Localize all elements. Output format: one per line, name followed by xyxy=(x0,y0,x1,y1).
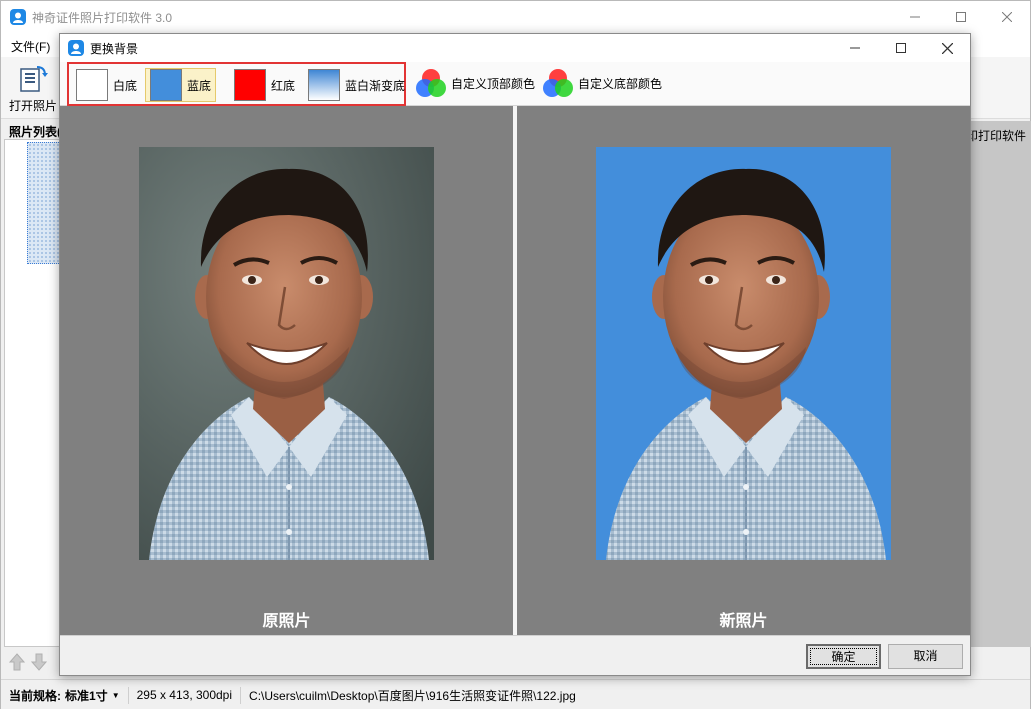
dialog-logo-icon xyxy=(68,40,84,56)
minimize-icon xyxy=(850,47,860,49)
minimize-button[interactable] xyxy=(892,1,938,33)
blue-background-option[interactable]: 蓝底 xyxy=(145,68,217,102)
nav-arrows xyxy=(9,653,47,671)
app-logo-icon xyxy=(10,9,26,25)
minimize-icon xyxy=(910,16,920,18)
maximize-button[interactable] xyxy=(938,1,984,33)
close-button[interactable] xyxy=(984,1,1030,33)
open-photo-label: 打开照片 xyxy=(8,99,57,113)
open-photo-button[interactable]: 打开照片 xyxy=(6,61,60,117)
custom-top-color-label: 自定义顶部颜色 xyxy=(451,76,536,91)
color-palette-icon xyxy=(543,69,573,97)
gradient-swatch xyxy=(308,69,340,101)
right-panel: 印打印软件 xyxy=(966,121,1031,647)
photo-thumbnail[interactable] xyxy=(27,142,63,264)
maximize-icon xyxy=(956,12,966,22)
preview-area: 原照片 新照片 xyxy=(60,106,970,635)
custom-top-color-button[interactable]: 自定义顶部颜色 xyxy=(414,66,535,100)
custom-bottom-color-label: 自定义底部颜色 xyxy=(578,76,663,91)
original-photo-caption: 原照片 xyxy=(262,613,311,630)
blue-background-label: 蓝底 xyxy=(187,78,212,93)
gradient-background-option[interactable]: 蓝白渐变底 xyxy=(303,68,410,102)
spec-label: 当前规格: xyxy=(9,688,61,703)
app-window-controls xyxy=(892,1,1030,33)
photo-size-info: 295 x 413, 300dpi xyxy=(136,688,233,702)
maximize-icon xyxy=(896,43,906,53)
new-preview-pane: 新照片 xyxy=(517,106,970,635)
arrow-up-icon[interactable] xyxy=(9,653,25,671)
open-photo-icon xyxy=(20,66,48,92)
app-titlebar: 神奇证件照片打印软件 3.0 xyxy=(1,1,1030,33)
background-toolbar: 白底 蓝底 红底 蓝白渐变底 自定义顶部颜色 自定义底部颜色 xyxy=(60,62,970,106)
close-icon xyxy=(1002,12,1012,22)
status-bar: 当前规格: 标准1寸 ▼ 295 x 413, 300dpi C:\Users\… xyxy=(1,679,1030,709)
dialog-maximize-button[interactable] xyxy=(878,34,924,62)
app-title: 神奇证件照片打印软件 3.0 xyxy=(32,10,173,25)
background-presets-group: 白底 蓝底 红底 蓝白渐变底 xyxy=(67,62,406,106)
red-background-label: 红底 xyxy=(271,78,296,93)
status-divider xyxy=(240,686,242,704)
change-background-dialog: 更换背景 白底 蓝底 红底 蓝白渐变底 自定义顶部颜色 自定义底部颜色 原照片 … xyxy=(59,33,971,676)
dialog-minimize-button[interactable] xyxy=(832,34,878,62)
menu-file[interactable]: 文件(F) xyxy=(11,38,50,55)
dialog-close-button[interactable] xyxy=(924,34,970,62)
red-swatch xyxy=(234,69,266,101)
dialog-window-controls xyxy=(832,34,970,62)
white-swatch xyxy=(76,69,108,101)
dialog-title: 更换背景 xyxy=(90,41,139,56)
file-path: C:\Users\cuilm\Desktop\百度图片\916生活照变证件照\1… xyxy=(249,688,576,703)
custom-bottom-color-button[interactable]: 自定义底部颜色 xyxy=(541,66,662,100)
new-photo xyxy=(596,147,891,560)
original-preview-pane: 原照片 xyxy=(60,106,513,635)
status-divider xyxy=(127,686,129,704)
white-background-label: 白底 xyxy=(113,78,138,93)
white-background-option[interactable]: 白底 xyxy=(71,68,142,102)
blue-swatch xyxy=(150,69,182,101)
dropdown-caret-icon[interactable]: ▼ xyxy=(112,691,120,700)
color-palette-icon xyxy=(416,69,446,97)
cancel-button[interactable]: 取消 xyxy=(888,644,963,669)
ok-button[interactable]: 确定 xyxy=(806,644,881,669)
dialog-footer: 确定 取消 xyxy=(60,635,970,675)
close-icon xyxy=(941,42,953,54)
red-background-option[interactable]: 红底 xyxy=(229,68,300,102)
photo-list-panel[interactable] xyxy=(4,139,63,647)
dialog-titlebar: 更换背景 xyxy=(60,34,970,62)
photo-list-header: 照片列表( xyxy=(9,125,61,139)
original-photo xyxy=(139,147,434,560)
right-panel-label: 印打印软件 xyxy=(965,129,1026,143)
spec-dropdown[interactable]: 标准1寸 xyxy=(65,687,108,704)
new-photo-caption: 新照片 xyxy=(719,613,768,630)
gradient-background-label: 蓝白渐变底 xyxy=(345,78,406,93)
arrow-down-icon[interactable] xyxy=(31,653,47,671)
